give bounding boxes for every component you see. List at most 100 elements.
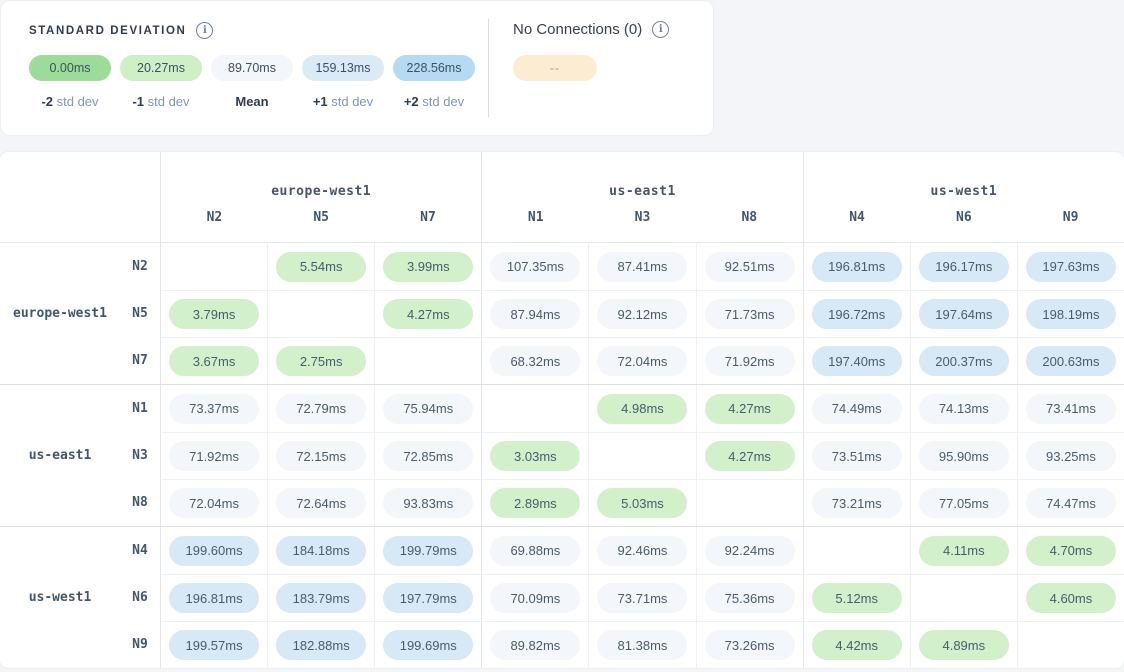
latency-pill[interactable]: 92.12ms [597, 299, 687, 329]
latency-pill[interactable]: 89.82ms [490, 630, 580, 660]
latency-pill[interactable]: 72.04ms [169, 488, 259, 518]
latency-cell: 2.75ms [267, 337, 374, 384]
column-node-label: N6 [910, 210, 1017, 225]
latency-pill[interactable]: 4.42ms [812, 630, 902, 660]
latency-pill[interactable]: 5.54ms [276, 252, 366, 282]
latency-pill[interactable]: 199.57ms [169, 630, 259, 660]
latency-pill[interactable]: 71.73ms [705, 299, 795, 329]
latency-pill[interactable]: 73.21ms [812, 488, 902, 518]
latency-pill[interactable]: 197.63ms [1026, 252, 1116, 282]
latency-cell: 73.37ms [160, 385, 267, 432]
row-node-label: N6 [120, 574, 160, 621]
matrix-row: N9 199.57ms 182.88ms 199.69ms 89.82ms 81.38ms… [120, 621, 1124, 668]
latency-pill[interactable]: 2.75ms [276, 346, 366, 376]
latency-cell: 72.79ms [267, 385, 374, 432]
latency-pill[interactable]: 183.79ms [276, 583, 366, 613]
latency-pill[interactable]: 4.11ms [919, 536, 1009, 566]
latency-pill[interactable]: 182.88ms [276, 630, 366, 660]
column-node-label: N1 [482, 210, 589, 225]
latency-pill[interactable]: 5.03ms [597, 488, 687, 518]
latency-pill[interactable]: 4.60ms [1026, 583, 1116, 613]
latency-pill[interactable]: 197.64ms [919, 299, 1009, 329]
latency-pill[interactable]: 92.51ms [705, 252, 795, 282]
latency-pill[interactable]: 3.79ms [169, 299, 259, 329]
latency-pill[interactable]: 3.67ms [169, 346, 259, 376]
latency-pill[interactable]: 5.12ms [812, 583, 902, 613]
latency-pill[interactable]: 73.37ms [169, 394, 259, 424]
latency-pill[interactable]: 196.81ms [812, 252, 902, 282]
latency-pill[interactable]: 3.99ms [383, 252, 473, 282]
latency-cell: 200.63ms [1017, 337, 1124, 384]
latency-pill[interactable]: 74.13ms [919, 394, 1009, 424]
latency-pill[interactable]: 87.94ms [490, 299, 580, 329]
latency-pill[interactable]: 81.38ms [597, 630, 687, 660]
latency-pill[interactable]: 107.35ms [490, 252, 580, 282]
latency-pill[interactable]: 199.79ms [383, 536, 473, 566]
latency-pill[interactable]: 68.32ms [490, 346, 580, 376]
latency-pill[interactable]: 74.49ms [812, 394, 902, 424]
latency-pill[interactable]: 199.60ms [169, 536, 259, 566]
latency-pill[interactable]: 92.46ms [597, 536, 687, 566]
legend-card: STANDARD DEVIATION i 0.00ms20.27ms89.70m… [0, 0, 714, 136]
latency-pill[interactable]: 4.27ms [383, 299, 473, 329]
std-dev-title-row: STANDARD DEVIATION i [29, 22, 488, 39]
latency-pill[interactable]: 72.04ms [597, 346, 687, 376]
latency-pill[interactable]: 200.63ms [1026, 346, 1116, 376]
latency-pill[interactable]: 77.05ms [919, 488, 1009, 518]
latency-pill[interactable]: 93.83ms [383, 488, 473, 518]
latency-pill[interactable]: 87.41ms [597, 252, 687, 282]
row-node-label: N9 [120, 621, 160, 668]
latency-pill[interactable]: 93.25ms [1026, 441, 1116, 471]
latency-pill[interactable]: 73.71ms [597, 583, 687, 613]
latency-pill[interactable]: 196.72ms [812, 299, 902, 329]
latency-pill[interactable]: 2.89ms [490, 488, 580, 518]
latency-pill[interactable]: 197.79ms [383, 583, 473, 613]
latency-cell: 74.13ms [910, 385, 1017, 432]
latency-pill[interactable]: 4.27ms [705, 441, 795, 471]
legend-pill: 20.27ms [120, 55, 202, 81]
latency-pill[interactable]: 70.09ms [490, 583, 580, 613]
latency-pill[interactable]: 3.03ms [490, 441, 580, 471]
latency-pill[interactable]: 196.81ms [169, 583, 259, 613]
latency-cell: 183.79ms [267, 574, 374, 621]
info-icon[interactable]: i [652, 21, 669, 38]
latency-pill[interactable]: 184.18ms [276, 536, 366, 566]
row-node-label: N4 [120, 527, 160, 574]
latency-pill[interactable]: 74.47ms [1026, 488, 1116, 518]
latency-cell: 5.12ms [803, 574, 910, 621]
latency-pill[interactable]: 72.15ms [276, 441, 366, 471]
latency-pill[interactable]: 92.24ms [705, 536, 795, 566]
latency-pill[interactable]: 73.41ms [1026, 394, 1116, 424]
latency-pill[interactable]: 72.64ms [276, 488, 366, 518]
std-dev-section: STANDARD DEVIATION i 0.00ms20.27ms89.70m… [1, 1, 488, 135]
latency-pill[interactable]: 69.88ms [490, 536, 580, 566]
latency-pill[interactable]: 73.26ms [705, 630, 795, 660]
latency-cell: 73.71ms [588, 574, 695, 621]
latency-pill[interactable]: 72.79ms [276, 394, 366, 424]
info-icon[interactable]: i [196, 22, 213, 39]
latency-pill[interactable]: 71.92ms [169, 441, 259, 471]
latency-pill[interactable]: 73.51ms [812, 441, 902, 471]
latency-cell: 72.04ms [588, 337, 695, 384]
latency-pill[interactable]: 196.17ms [919, 252, 1009, 282]
latency-cell: 197.64ms [910, 290, 1017, 337]
latency-pill[interactable]: 4.70ms [1026, 536, 1116, 566]
latency-pill[interactable]: 4.89ms [919, 630, 1009, 660]
latency-cell: 2.89ms [481, 479, 588, 526]
latency-pill[interactable]: 75.94ms [383, 394, 473, 424]
latency-pill[interactable]: 72.85ms [383, 441, 473, 471]
latency-pill[interactable]: 199.69ms [383, 630, 473, 660]
latency-pill[interactable]: 71.92ms [705, 346, 795, 376]
latency-pill[interactable]: 75.36ms [705, 583, 795, 613]
latency-pill[interactable]: 4.27ms [705, 394, 795, 424]
std-dev-labels: -2 std dev-1 std devMean+1 std dev+2 std… [29, 94, 488, 109]
latency-cell [267, 290, 374, 337]
no-connections-section: No Connections (0) i -- [489, 1, 669, 135]
latency-pill[interactable]: 197.40ms [812, 346, 902, 376]
latency-pill[interactable]: 200.37ms [919, 346, 1009, 376]
latency-pill[interactable]: 4.98ms [597, 394, 687, 424]
latency-cell: 73.51ms [803, 432, 910, 479]
latency-pill[interactable]: 198.19ms [1026, 299, 1116, 329]
row-node-label: N5 [120, 290, 160, 337]
latency-pill[interactable]: 95.90ms [919, 441, 1009, 471]
